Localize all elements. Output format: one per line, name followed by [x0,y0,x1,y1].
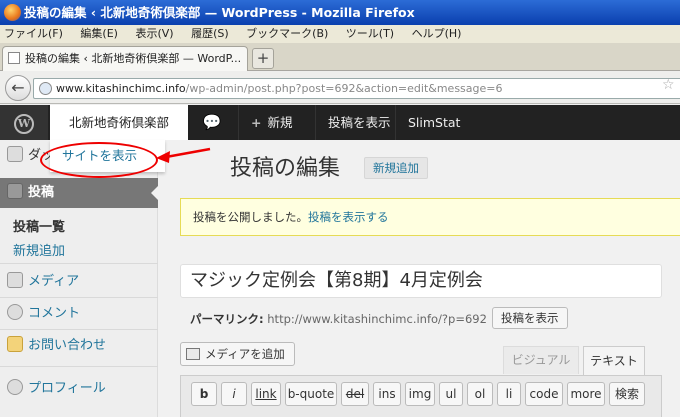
navigation-toolbar: ← www.kitashinchimc.info/wp-admin/post.p… [0,71,680,104]
users-icon [7,379,23,395]
sidebar-profile-label: プロフィール [28,381,106,396]
menubar: ファイル(F) 編集(E) 表示(V) 履歴(S) ブックマーク(B) ツール(… [0,25,680,43]
url-bar[interactable]: www.kitashinchimc.info/wp-admin/post.php… [33,78,680,99]
wordpress-logo-icon: W [14,114,34,134]
sidebar-divider [0,329,158,330]
browser-tab-active[interactable]: 投稿の編集 ‹ 北新地奇術倶楽部 — WordP... [2,46,248,71]
sidebar-divider [0,297,158,298]
updated-notice: 投稿を公開しました。投稿を表示する [180,198,680,236]
qt-italic-button[interactable]: i [221,382,247,406]
pushpin-icon [7,183,23,199]
qt-del-button[interactable]: del [341,382,369,406]
sidebar-item-profile[interactable]: プロフィール [0,378,158,400]
add-new-post-button[interactable]: 新規追加 [364,157,428,179]
qt-search-button[interactable]: 検索 [609,382,645,406]
site-name-menu[interactable]: 北新地奇術倶楽部 [50,105,188,140]
permalink-row: パーマリンク: http://www.kitashinchimc.info/?p… [190,310,487,328]
firefox-icon [4,4,21,21]
post-title-input[interactable]: マジック定例会【第8期】4月定例会 [180,264,662,298]
qt-li-button[interactable]: li [497,382,521,406]
adminbar-view-post[interactable]: 投稿を表示 [315,105,403,140]
qt-img-button[interactable]: img [405,382,435,406]
notice-view-post-link[interactable]: 投稿を表示する [308,210,389,224]
window-titlebar: 投稿の編集 ‹ 北新地奇術倶楽部 — WordPress - Mozilla F… [0,0,680,25]
permalink-url: http://www.kitashinchimc.info/?p=692 [267,312,487,326]
bookmark-star-icon[interactable]: ☆ [662,77,675,93]
qt-more-button[interactable]: more [567,382,605,406]
menu-tools[interactable]: ツール(T) [346,27,394,40]
browser-tab-label: 投稿の編集 ‹ 北新地奇術倶楽部 — WordP... [25,52,242,65]
qt-ol-button[interactable]: ol [467,382,493,406]
tab-strip: 投稿の編集 ‹ 北新地奇術倶楽部 — WordP... + [0,43,680,71]
notice-text: 投稿を公開しました。 [193,210,308,224]
sidebar-divider [0,366,158,367]
globe-icon [39,82,52,95]
sidebar-divider [0,263,158,264]
editor-tab-text[interactable]: テキスト [583,346,645,376]
media-icon [186,348,200,360]
back-button[interactable]: ← [5,75,31,101]
new-content-menu[interactable]: + 新規 [238,105,305,140]
url-path: /wp-admin/post.php?post=692&action=edit&… [185,82,503,95]
sidebar-item-posts[interactable]: 投稿 [0,178,159,208]
permalink-label: パーマリンク: [190,312,264,326]
wp-admin-bar: W 北新地奇術倶楽部 💬 + 新規 投稿を表示 SlimStat [0,105,680,140]
sidebar-item-comments[interactable]: コメント [0,303,158,325]
sidebar-item-contact[interactable]: お問い合わせ [0,335,158,357]
menu-view[interactable]: 表示(V) [135,27,173,40]
sidebar-subitem-add-new[interactable]: 新規追加 [13,240,153,259]
menu-help[interactable]: ヘルプ(H) [412,27,462,40]
speech-bubble-icon [7,304,23,320]
sidebar-comments-label: コメント [28,306,81,321]
window-title: 投稿の編集 ‹ 北新地奇術倶楽部 — WordPress - Mozilla F… [24,5,415,20]
sidebar-subitem-all-posts[interactable]: 投稿一覧 [13,216,153,235]
camera-icon [7,272,23,288]
page-title: 投稿の編集 [230,156,341,181]
url-host: www.kitashinchimc.info [56,82,186,95]
editor-tab-visual[interactable]: ビジュアル [503,346,579,374]
page-favicon-icon [8,52,20,64]
adminbar-slimstat[interactable]: SlimStat [395,105,472,140]
new-content-label: 新規 [267,115,293,130]
wp-logo-button[interactable]: W [0,105,48,140]
qt-link-button[interactable]: link [251,382,281,406]
sidebar-contact-label: お問い合わせ [28,338,107,353]
plus-icon: + [251,115,262,130]
sidebar-item-media[interactable]: メディア [0,271,158,293]
qt-ins-button[interactable]: ins [373,382,401,406]
admin-sidebar: ダッ 投稿 投稿一覧 新規追加 メディア コメント お問い合わせ プロフィール [0,140,159,417]
house-icon [7,146,23,162]
current-menu-arrow [151,185,159,201]
qt-blockquote-button[interactable]: b-quote [285,382,337,406]
qt-ul-button[interactable]: ul [439,382,463,406]
sidebar-media-label: メディア [28,274,80,289]
contact-form-icon [7,336,23,352]
menu-file[interactable]: ファイル(F) [4,27,63,40]
view-post-button[interactable]: 投稿を表示 [492,307,568,329]
menu-history[interactable]: 履歴(S) [191,27,229,40]
qt-bold-button[interactable]: b [191,382,217,406]
sidebar-posts-label: 投稿 [28,185,55,200]
add-media-label: メディアを追加 [205,347,285,361]
menu-edit[interactable]: 編集(E) [80,27,118,40]
add-media-button[interactable]: メディアを追加 [180,342,295,366]
comment-bubble-icon[interactable]: 💬 [192,105,232,140]
qt-code-button[interactable]: code [525,382,563,406]
new-tab-button[interactable]: + [252,48,274,69]
menu-bookmarks[interactable]: ブックマーク(B) [246,27,328,40]
quicktags-toolbar: b i link b-quote del ins img ul ol li co… [180,375,662,417]
red-highlight-circle [40,142,158,178]
